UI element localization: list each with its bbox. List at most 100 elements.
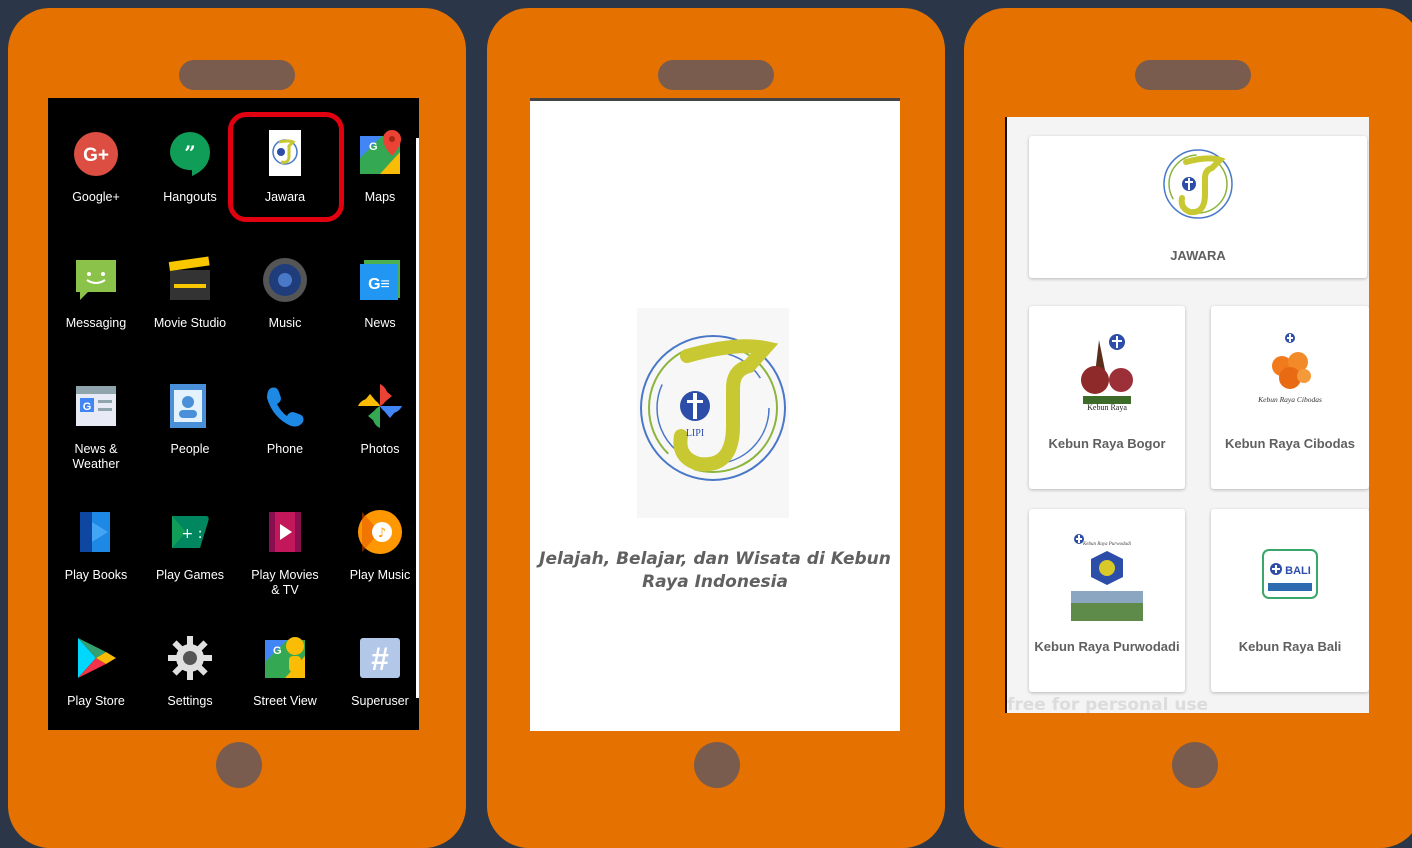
svg-text:G+: G+ xyxy=(83,145,109,166)
app-label: Google+ xyxy=(72,190,120,204)
svg-text:#: # xyxy=(371,641,389,677)
app-google-plus[interactable]: G+ Google+ xyxy=(51,126,141,236)
app-music[interactable]: Music xyxy=(240,252,330,362)
app-play-movies[interactable]: Play Movies & TV xyxy=(240,504,330,614)
news-icon: G≡ xyxy=(356,256,404,304)
svg-text:Kebun Raya Cibodas: Kebun Raya Cibodas xyxy=(1257,395,1322,404)
card-kebun-raya-cibodas[interactable]: Kebun Raya Cibodas Kebun Raya Cibodas xyxy=(1211,306,1369,489)
phone-speaker xyxy=(1135,60,1251,90)
photos-icon xyxy=(356,382,404,430)
svg-text:LIPI: LIPI xyxy=(686,428,704,439)
purwodadi-logo-icon: Kebun Raya Purwodadi xyxy=(1071,534,1143,621)
home-button[interactable] xyxy=(1172,742,1218,788)
street-view-icon: G xyxy=(261,634,309,682)
card-kebun-raya-purwodadi[interactable]: Kebun Raya Purwodadi Kebun Raya Purwodad… xyxy=(1029,509,1185,692)
messaging-icon xyxy=(72,256,120,304)
phone-speaker xyxy=(179,60,295,90)
card-title-purwodadi: Kebun Raya Purwodadi xyxy=(1034,639,1180,654)
app-street-view[interactable]: G Street View xyxy=(240,630,330,730)
svg-text:+ :: + : xyxy=(182,526,203,542)
play-store-icon xyxy=(72,634,120,682)
play-music-icon: ♪ xyxy=(356,508,404,556)
app-news-weather[interactable]: G News & Weather xyxy=(51,378,141,488)
card-title-jawara: JAWARA xyxy=(1170,248,1226,263)
app-label: Play Games xyxy=(155,568,225,582)
app-label: Street View xyxy=(253,694,317,708)
hangouts-icon: ” xyxy=(166,130,214,178)
splash-tagline: Jelajah, Belajar, dan Wisata di Kebun Ra… xyxy=(539,549,891,592)
status-bar-edge xyxy=(530,98,900,101)
play-books-icon xyxy=(72,508,120,556)
card-title-bogor: Kebun Raya Bogor xyxy=(1048,436,1166,451)
play-games-icon: + : xyxy=(166,508,214,556)
play-movies-icon xyxy=(261,508,309,556)
jawara-logo: LIPI xyxy=(637,308,789,518)
superuser-icon: # xyxy=(356,634,404,682)
app-label: Maps xyxy=(364,190,396,204)
app-label: Photos xyxy=(360,442,400,456)
phone-frame-splash: LIPI Jelajah, Belajar, dan Wisata di Keb… xyxy=(487,8,945,848)
app-photos[interactable]: Photos xyxy=(335,378,419,488)
app-label: Music xyxy=(268,316,302,330)
app-play-books[interactable]: Play Books xyxy=(51,504,141,614)
app-play-music[interactable]: ♪ Play Music xyxy=(335,504,419,614)
card-kebun-raya-bali[interactable]: BALI Kebun Raya Bali xyxy=(1211,509,1369,692)
app-phone[interactable]: Phone xyxy=(240,378,330,488)
card-title-cibodas: Kebun Raya Cibodas xyxy=(1224,436,1356,451)
app-news[interactable]: G≡ News xyxy=(335,252,419,362)
phone-frame-menu: JAWARA Kebun Raya Kebun Raya Bogor Kebun… xyxy=(964,8,1412,848)
menu-screen: JAWARA Kebun Raya Kebun Raya Bogor Kebun… xyxy=(1005,117,1369,713)
svg-text:G: G xyxy=(273,645,282,657)
app-label: Settings xyxy=(167,694,213,708)
app-label: Superuser xyxy=(351,694,409,708)
app-maps[interactable]: G Maps xyxy=(335,126,419,236)
phone-speaker xyxy=(658,60,774,90)
people-icon xyxy=(166,382,214,430)
app-movie-studio[interactable]: Movie Studio xyxy=(145,252,235,362)
app-hangouts[interactable]: ” Hangouts xyxy=(145,126,235,236)
maps-icon: G xyxy=(356,130,404,178)
jawara-logo xyxy=(1163,149,1233,219)
home-button[interactable] xyxy=(694,742,740,788)
watermark-text: free for personal use xyxy=(1007,695,1209,713)
app-label: Hangouts xyxy=(163,190,217,204)
app-superuser[interactable]: # Superuser xyxy=(335,630,419,730)
app-messaging[interactable]: Messaging xyxy=(51,252,141,362)
svg-text:”: ” xyxy=(184,141,196,165)
bali-logo-icon: BALI xyxy=(1262,549,1318,599)
app-play-store[interactable]: Play Store xyxy=(51,630,141,730)
app-settings[interactable]: Settings xyxy=(145,630,235,730)
svg-text:BALI: BALI xyxy=(1285,565,1311,577)
home-button[interactable] xyxy=(216,742,262,788)
app-label: People xyxy=(170,442,210,456)
jawara-header-card[interactable]: JAWARA xyxy=(1029,136,1367,278)
phone-icon xyxy=(261,382,309,430)
svg-text:G≡: G≡ xyxy=(368,276,390,293)
jawara-highlight-box xyxy=(228,112,344,222)
music-icon xyxy=(261,256,309,304)
news-weather-icon: G xyxy=(72,382,120,430)
app-label: News & Weather xyxy=(72,442,120,471)
app-label: Play Store xyxy=(67,694,125,708)
screen-edge xyxy=(1005,117,1007,713)
svg-text:G: G xyxy=(83,401,92,413)
app-play-games[interactable]: + : Play Games xyxy=(145,504,235,614)
app-people[interactable]: People xyxy=(145,378,235,488)
app-label: Play Music xyxy=(349,568,411,582)
settings-icon xyxy=(166,634,214,682)
svg-text:Kebun Raya: Kebun Raya xyxy=(1087,403,1127,412)
app-label: Play Books xyxy=(64,568,128,582)
svg-text:Kebun Raya Purwodadi: Kebun Raya Purwodadi xyxy=(1082,542,1132,547)
svg-text:G: G xyxy=(369,141,378,153)
app-drawer-screen: G+ Google+” Hangouts Jawara G Maps Messaging Mo… xyxy=(48,98,419,730)
app-label: News xyxy=(364,316,396,330)
app-label: Movie Studio xyxy=(153,316,227,330)
phone-frame-launcher: G+ Google+” Hangouts Jawara G Maps Messaging Mo… xyxy=(8,8,466,848)
bogor-logo-icon: Kebun Raya xyxy=(1081,334,1133,412)
svg-text:♪: ♪ xyxy=(378,526,386,541)
scrollbar[interactable] xyxy=(416,138,419,698)
app-label: Messaging xyxy=(65,316,127,330)
app-label: Phone xyxy=(266,442,304,456)
card-title-bali: Kebun Raya Bali xyxy=(1238,639,1342,654)
card-kebun-raya-bogor[interactable]: Kebun Raya Kebun Raya Bogor xyxy=(1029,306,1185,489)
